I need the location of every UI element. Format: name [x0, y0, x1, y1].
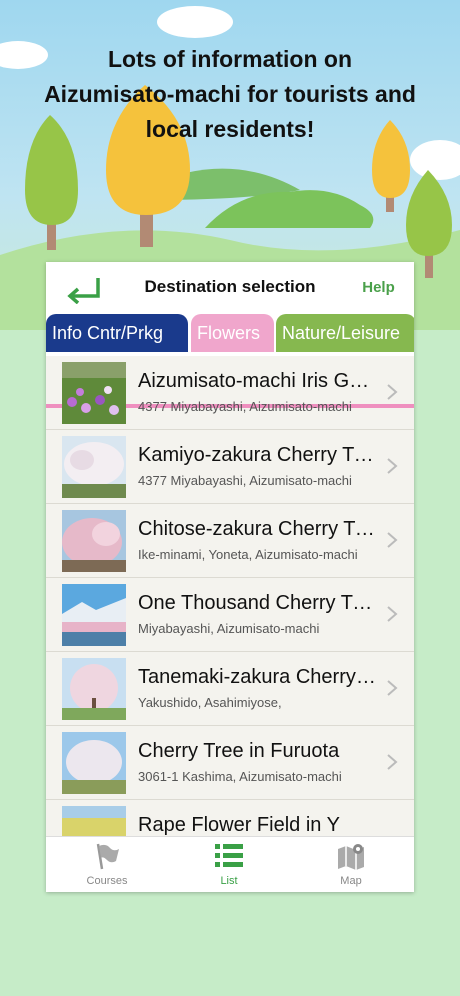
- chevron-right-icon: [387, 458, 398, 474]
- phone-screen: Destination selection Help Info Cntr/Prk…: [46, 262, 414, 892]
- page-title: Destination selection: [144, 277, 316, 296]
- chevron-right-icon: [387, 384, 398, 400]
- list-item[interactable]: One Thousand Cherry Trees Miyabayashi, A…: [46, 578, 414, 652]
- headline-line-2: Aizumisato-machi for tourists and: [44, 81, 416, 107]
- destination-list: Aizumisato-machi Iris Garden 4377 Miyaba…: [46, 356, 414, 836]
- thumbnail-image: [62, 806, 126, 836]
- category-tabs: Info Cntr/Prkg Flowers Nature/Leisure: [46, 314, 414, 408]
- item-title: Cherry Tree in Furuota: [138, 740, 340, 762]
- chevron-right-icon: [387, 680, 398, 696]
- item-address: 4377 Miyabayashi, Aizumisato-machi: [138, 399, 352, 414]
- chevron-right-icon: [387, 606, 398, 622]
- flag-icon: [96, 843, 119, 870]
- chevron-right-icon: [387, 532, 398, 548]
- tab-info-center-parking[interactable]: Info Cntr/Prkg: [46, 314, 188, 352]
- item-address: Ike-minami, Yoneta, Aizumisato-machi: [138, 547, 358, 562]
- thumbnail-image: [62, 436, 126, 498]
- item-title: One Thousand Cherry Trees: [138, 592, 378, 614]
- thumbnail-image: [62, 658, 126, 720]
- item-title: Kamiyo-zakura Cherry Tree: [138, 444, 378, 466]
- promo-headline: Lots of information on Aizumisato-machi …: [10, 42, 450, 147]
- item-title: Tanemaki-zakura Cherry Tree: [138, 666, 378, 688]
- thumbnail-image: [62, 732, 126, 794]
- help-button[interactable]: Help: [351, 279, 406, 296]
- tab-courses[interactable]: Courses: [62, 841, 152, 887]
- tab-map[interactable]: Map: [306, 841, 396, 887]
- back-button[interactable]: [64, 274, 104, 305]
- item-address: Yakushido, Asahimiyose,: [138, 695, 282, 710]
- thumbnail-image: [62, 584, 126, 646]
- list-item[interactable]: Chitose-zakura Cherry Tree Ike-minami, Y…: [46, 504, 414, 578]
- item-title: Rape Flower Field in Y: [138, 814, 340, 836]
- list-item[interactable]: Aizumisato-machi Iris Garden 4377 Miyaba…: [46, 356, 414, 430]
- tab-courses-label: Courses: [86, 875, 128, 887]
- headline-line-3: local residents!: [145, 116, 315, 142]
- list-item[interactable]: Rape Flower Field in Y: [46, 800, 414, 836]
- navigation-bar: Destination selection Help: [46, 262, 414, 314]
- tab-map-label: Map: [340, 875, 362, 887]
- list-icon: [215, 844, 243, 867]
- map-icon: [338, 844, 364, 870]
- item-address: 3061-1 Kashima, Aizumisato-machi: [138, 769, 342, 784]
- tab-nature-leisure[interactable]: Nature/Leisure: [276, 314, 414, 352]
- item-address: 4377 Miyabayashi, Aizumisato-machi: [138, 473, 352, 488]
- list-item[interactable]: Kamiyo-zakura Cherry Tree 4377 Miyabayas…: [46, 430, 414, 504]
- back-arrow-icon: [67, 278, 100, 305]
- tab-list-label: List: [220, 875, 238, 887]
- item-title: Chitose-zakura Cherry Tree: [138, 518, 378, 540]
- headline-line-1: Lots of information on: [107, 46, 352, 72]
- item-address: Miyabayashi, Aizumisato-machi: [138, 621, 320, 636]
- thumbnail-image: [62, 510, 126, 572]
- chevron-right-icon: [387, 754, 398, 770]
- bottom-tab-bar: Courses List Map: [46, 836, 414, 892]
- item-title: Aizumisato-machi Iris Garden: [138, 370, 378, 392]
- tab-list[interactable]: List: [184, 841, 274, 887]
- list-item[interactable]: Tanemaki-zakura Cherry Tree Yakushido, A…: [46, 652, 414, 726]
- thumbnail-image: [62, 362, 126, 424]
- tab-flowers[interactable]: Flowers: [191, 314, 274, 352]
- list-item[interactable]: Cherry Tree in Furuota 3061-1 Kashima, A…: [46, 726, 414, 800]
